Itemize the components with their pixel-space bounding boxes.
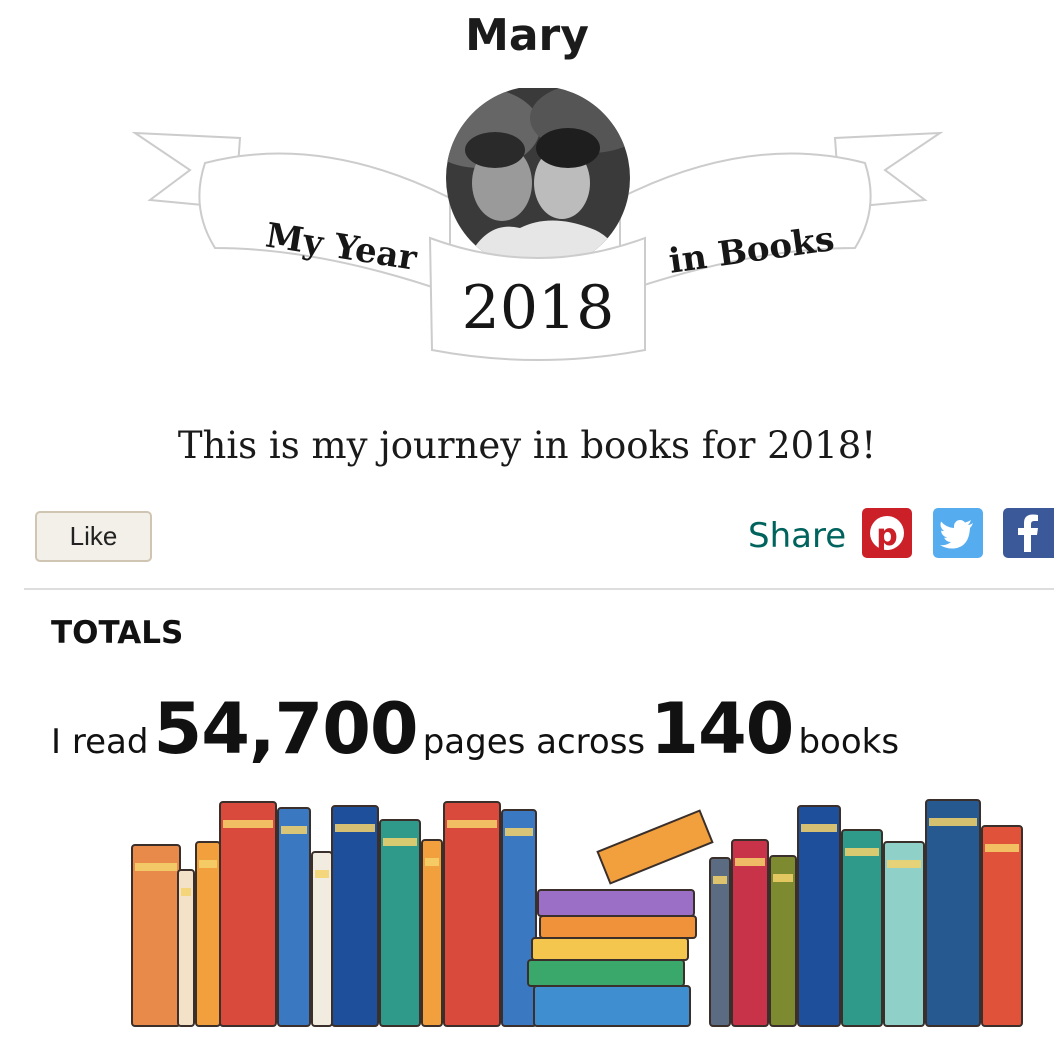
book-spine bbox=[421, 839, 443, 1027]
twitter-icon bbox=[940, 520, 973, 549]
facebook-share-button[interactable] bbox=[1003, 508, 1054, 558]
totals-summary: I read 54,700 pages across 140 books bbox=[51, 688, 899, 770]
user-name: Mary bbox=[465, 10, 589, 61]
totals-middle: pages across bbox=[422, 722, 646, 762]
book-spine bbox=[883, 841, 925, 1027]
stacked-book bbox=[527, 959, 685, 987]
books-count: 140 bbox=[650, 688, 794, 770]
book-spine bbox=[501, 809, 537, 1027]
totals-heading: TOTALS bbox=[51, 615, 184, 651]
section-divider bbox=[24, 588, 1054, 590]
svg-text:p: p bbox=[876, 518, 897, 553]
banner-year: 2018 bbox=[462, 273, 615, 343]
stacked-book bbox=[531, 937, 689, 961]
book-spine-band bbox=[887, 860, 921, 868]
stacked-book bbox=[539, 915, 697, 939]
book-spine-band bbox=[315, 870, 329, 878]
book-spine bbox=[311, 851, 333, 1027]
book-spine-band bbox=[447, 820, 497, 828]
book-spine bbox=[443, 801, 501, 1027]
book-spine bbox=[797, 805, 841, 1027]
tilted-book bbox=[596, 809, 714, 885]
book-spine-band bbox=[181, 888, 191, 896]
book-spine-band bbox=[223, 820, 273, 828]
book-spine bbox=[379, 819, 421, 1027]
book-spine bbox=[841, 829, 883, 1027]
book-spine-band bbox=[199, 860, 217, 868]
book-spine-band bbox=[735, 858, 765, 866]
book-spine-band bbox=[845, 848, 879, 856]
pages-count: 54,700 bbox=[153, 688, 419, 770]
book-spine-band bbox=[985, 844, 1019, 852]
facebook-icon bbox=[1018, 514, 1038, 552]
totals-suffix: books bbox=[798, 722, 900, 762]
book-spine-band bbox=[383, 838, 417, 846]
book-spine-band bbox=[801, 824, 837, 832]
book-spine-band bbox=[135, 863, 177, 871]
book-spine bbox=[195, 841, 221, 1027]
book-spine-band bbox=[335, 824, 375, 832]
pinterest-icon: p bbox=[870, 516, 904, 553]
book-spine bbox=[131, 844, 181, 1027]
share-label: Share bbox=[748, 516, 847, 556]
book-spine-band bbox=[713, 876, 727, 884]
year-in-books-banner: My Year in Books 2018 bbox=[131, 88, 944, 361]
stacked-book bbox=[537, 889, 695, 917]
book-spine-band bbox=[281, 826, 307, 834]
book-spine bbox=[925, 799, 981, 1027]
book-spine bbox=[981, 825, 1023, 1027]
book-spine-band bbox=[425, 858, 439, 866]
book-spine-band bbox=[773, 874, 793, 882]
book-spine bbox=[219, 801, 277, 1027]
book-spine bbox=[277, 807, 311, 1027]
book-spine-band bbox=[505, 828, 533, 836]
totals-prefix: I read bbox=[51, 722, 149, 762]
book-spine bbox=[731, 839, 769, 1027]
journey-tagline: This is my journey in books for 2018! bbox=[177, 424, 877, 467]
pinterest-share-button[interactable]: p bbox=[862, 508, 912, 558]
like-button[interactable]: Like bbox=[35, 511, 152, 562]
bookshelf-illustration bbox=[131, 799, 1023, 1027]
book-spine bbox=[331, 805, 379, 1027]
twitter-share-button[interactable] bbox=[933, 508, 983, 558]
stacked-book bbox=[533, 985, 691, 1027]
book-spine-band bbox=[929, 818, 977, 826]
